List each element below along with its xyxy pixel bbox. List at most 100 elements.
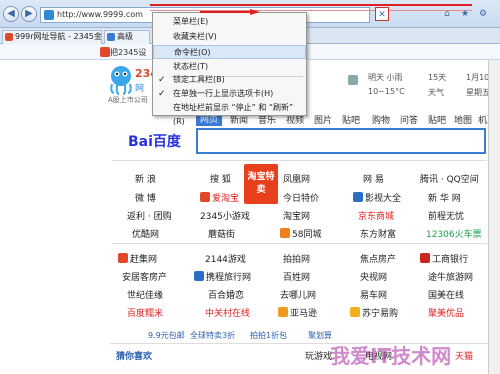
link-aitaobao[interactable]: 爱淘宝 bbox=[212, 191, 239, 204]
link-anjuke[interactable]: 安居客房产 bbox=[122, 270, 167, 283]
link-58[interactable]: 58同城 bbox=[292, 227, 321, 240]
ganji-icon bbox=[118, 253, 128, 263]
menu-item-label: 锁定工具栏(B) bbox=[173, 75, 225, 84]
link-focus[interactable]: 焦点房产 bbox=[360, 252, 396, 265]
menu-item-favorites-bar[interactable]: 收藏夹栏(V) bbox=[153, 30, 306, 44]
back-arrow-icon[interactable]: ◀ bbox=[3, 6, 19, 22]
logo-sub: 网 bbox=[135, 84, 145, 94]
link-51job[interactable]: 前程无忧 bbox=[428, 209, 464, 222]
tab-advanced[interactable]: 高级 bbox=[104, 30, 150, 44]
link-eastmoney[interactable]: 东方财富 bbox=[360, 227, 396, 240]
menu-item-label: 命令栏(O) bbox=[174, 48, 211, 57]
link-zol[interactable]: 中关村在线 bbox=[205, 306, 250, 319]
recommend-item[interactable]: 天猫 bbox=[455, 349, 473, 362]
link-fanli[interactable]: 返利 · 团购 bbox=[127, 209, 172, 222]
search-tab-tieba-2[interactable]: 贴吧 bbox=[428, 113, 446, 126]
weather-temp: 10~15°C bbox=[368, 87, 405, 96]
search-tab-shopping[interactable]: 购物 bbox=[372, 113, 390, 126]
link-mogujie[interactable]: 蘑菇街 bbox=[208, 227, 235, 240]
58-icon bbox=[280, 228, 290, 238]
search-tab-tieba[interactable]: 贴吧 bbox=[342, 113, 360, 126]
menu-item-lock-toolbars[interactable]: ✓ 锁定工具栏(B) bbox=[153, 73, 306, 87]
promo-link[interactable]: 拍拍1折包 bbox=[250, 330, 287, 341]
menu-item-label: 状态栏(T) bbox=[173, 62, 209, 71]
link-youku[interactable]: 优酷网 bbox=[132, 227, 159, 240]
weather-tomorrow[interactable]: 明天 小雨 bbox=[368, 72, 403, 83]
favorites-star-icon[interactable]: ★ bbox=[458, 7, 472, 21]
taobao-sale-badge[interactable]: 淘宝特卖 bbox=[244, 164, 278, 204]
tab-2345[interactable]: 999r网址导航 - 2345金牌... bbox=[2, 30, 102, 44]
search-tab-map[interactable]: 地图 bbox=[454, 113, 472, 126]
search-tab-qa[interactable]: 问答 bbox=[400, 113, 418, 126]
link-tuniu[interactable]: 途牛旅游网 bbox=[428, 270, 473, 283]
link-sohu[interactable]: 搜 狐 bbox=[210, 172, 231, 185]
check-icon: ✓ bbox=[158, 89, 166, 99]
search-input[interactable] bbox=[196, 128, 486, 154]
link-sina[interactable]: 新 浪 bbox=[135, 172, 156, 185]
link-jumei[interactable]: 聚美优品 bbox=[428, 306, 464, 319]
home-icon[interactable]: ⌂ bbox=[440, 7, 454, 21]
forward-arrow-icon[interactable]: ▶ bbox=[21, 6, 37, 22]
link-gome[interactable]: 国美在线 bbox=[428, 288, 464, 301]
menu-item-tabs-separate-row[interactable]: ✓ 在单独一行上显示选项卡(H) bbox=[153, 87, 306, 101]
menu-item-menubar[interactable]: 菜单栏(E) bbox=[153, 15, 306, 29]
recommend-title: 猜你喜欢 bbox=[116, 352, 153, 362]
link-nuomi[interactable]: 百度糯米 bbox=[127, 306, 163, 319]
link-daily-deal[interactable]: 今日特价 bbox=[283, 191, 319, 204]
link-jiayuan[interactable]: 世纪佳缘 bbox=[127, 288, 163, 301]
stop-icon[interactable]: ✕ bbox=[375, 7, 389, 21]
link-weibo[interactable]: 微 博 bbox=[135, 191, 156, 204]
link-qq[interactable]: 腾讯 · QQ空间 bbox=[420, 172, 479, 185]
logo-tagline: A股上市公司 bbox=[108, 96, 148, 104]
divider bbox=[112, 160, 487, 161]
link-suning[interactable]: 苏宁易购 bbox=[362, 306, 398, 319]
link-baihe[interactable]: 百合婚恋 bbox=[208, 288, 244, 301]
site-favicon-icon bbox=[44, 10, 54, 20]
calendar-link[interactable]: 星期五 bbox=[466, 87, 490, 98]
tab-favicon-icon bbox=[5, 33, 13, 41]
link-163[interactable]: 网 易 bbox=[363, 172, 384, 185]
link-ganji[interactable]: 赶集网 bbox=[130, 252, 157, 265]
link-qunar[interactable]: 去哪儿网 bbox=[280, 288, 316, 301]
link-ifeng[interactable]: 凤凰网 bbox=[283, 172, 310, 185]
weather-15days[interactable]: 15天 bbox=[428, 72, 446, 83]
homepage-icon bbox=[100, 47, 110, 57]
link-baixing[interactable]: 百姓网 bbox=[283, 270, 310, 283]
baidu-logo: Bai百度 bbox=[128, 134, 181, 150]
menu-item-stop-refresh[interactable]: 在地址栏前显示 “停止” 和 “刷新” (R) bbox=[153, 101, 306, 126]
set-homepage-link[interactable]: 把2345设 bbox=[110, 47, 146, 58]
link-cctv[interactable]: 央视网 bbox=[360, 270, 387, 283]
link-paipai[interactable]: 拍拍网 bbox=[283, 252, 310, 265]
gear-icon[interactable]: ⚙ bbox=[476, 7, 490, 21]
link-ctrip[interactable]: 携程旅行网 bbox=[206, 270, 251, 283]
promo-link[interactable]: 全球特卖3折 bbox=[190, 330, 235, 341]
link-jd[interactable]: 京东商城 bbox=[358, 209, 394, 222]
link-bitauto[interactable]: 易车网 bbox=[360, 288, 387, 301]
promo-link[interactable]: 聚划算 bbox=[308, 330, 332, 341]
menu-item-status-bar[interactable]: 状态栏(T) bbox=[153, 60, 306, 74]
ctrip-icon bbox=[194, 271, 204, 281]
octopus-mascot-icon bbox=[110, 66, 132, 95]
menu-item-command-bar[interactable]: 命令栏(O) bbox=[153, 45, 306, 59]
search-tab-image[interactable]: 图片 bbox=[314, 113, 332, 126]
link-2144[interactable]: 2144游戏 bbox=[205, 252, 246, 265]
suning-icon bbox=[350, 307, 360, 317]
link-icbc[interactable]: 工商银行 bbox=[432, 252, 468, 265]
weather-link[interactable]: 天气 bbox=[428, 87, 444, 98]
link-2345-games[interactable]: 2345小游戏 bbox=[200, 209, 250, 222]
site-logo[interactable]: 234 网 A股上市公司 bbox=[108, 65, 158, 104]
link-xinhua[interactable]: 新 华 网 bbox=[428, 191, 461, 204]
taobao-icon bbox=[200, 192, 210, 202]
recommend-item[interactable]: 玩游戏 bbox=[305, 349, 332, 362]
tab-label: 高级 bbox=[117, 32, 133, 41]
link-amazon[interactable]: 亚马逊 bbox=[290, 306, 317, 319]
site-links-grid: 新 浪 搜 狐 凤凰网 网 易 腾讯 · QQ空间 微 博 爱淘宝 淘宝特卖 今… bbox=[110, 164, 500, 329]
movie-icon bbox=[353, 192, 363, 202]
link-taobao[interactable]: 淘宝网 bbox=[283, 209, 310, 222]
link-movies[interactable]: 影视大全 bbox=[365, 191, 401, 204]
tab-favicon-icon bbox=[107, 33, 115, 41]
page-scrollbar[interactable] bbox=[488, 60, 500, 374]
promo-link[interactable]: 9.9元包邮 bbox=[148, 330, 185, 341]
link-12306[interactable]: 12306火车票 bbox=[426, 227, 482, 240]
toolbar-context-menu: 菜单栏(E) 收藏夹栏(V) 命令栏(O) 状态栏(T) ✓ 锁定工具栏(B) ✓… bbox=[152, 12, 307, 126]
